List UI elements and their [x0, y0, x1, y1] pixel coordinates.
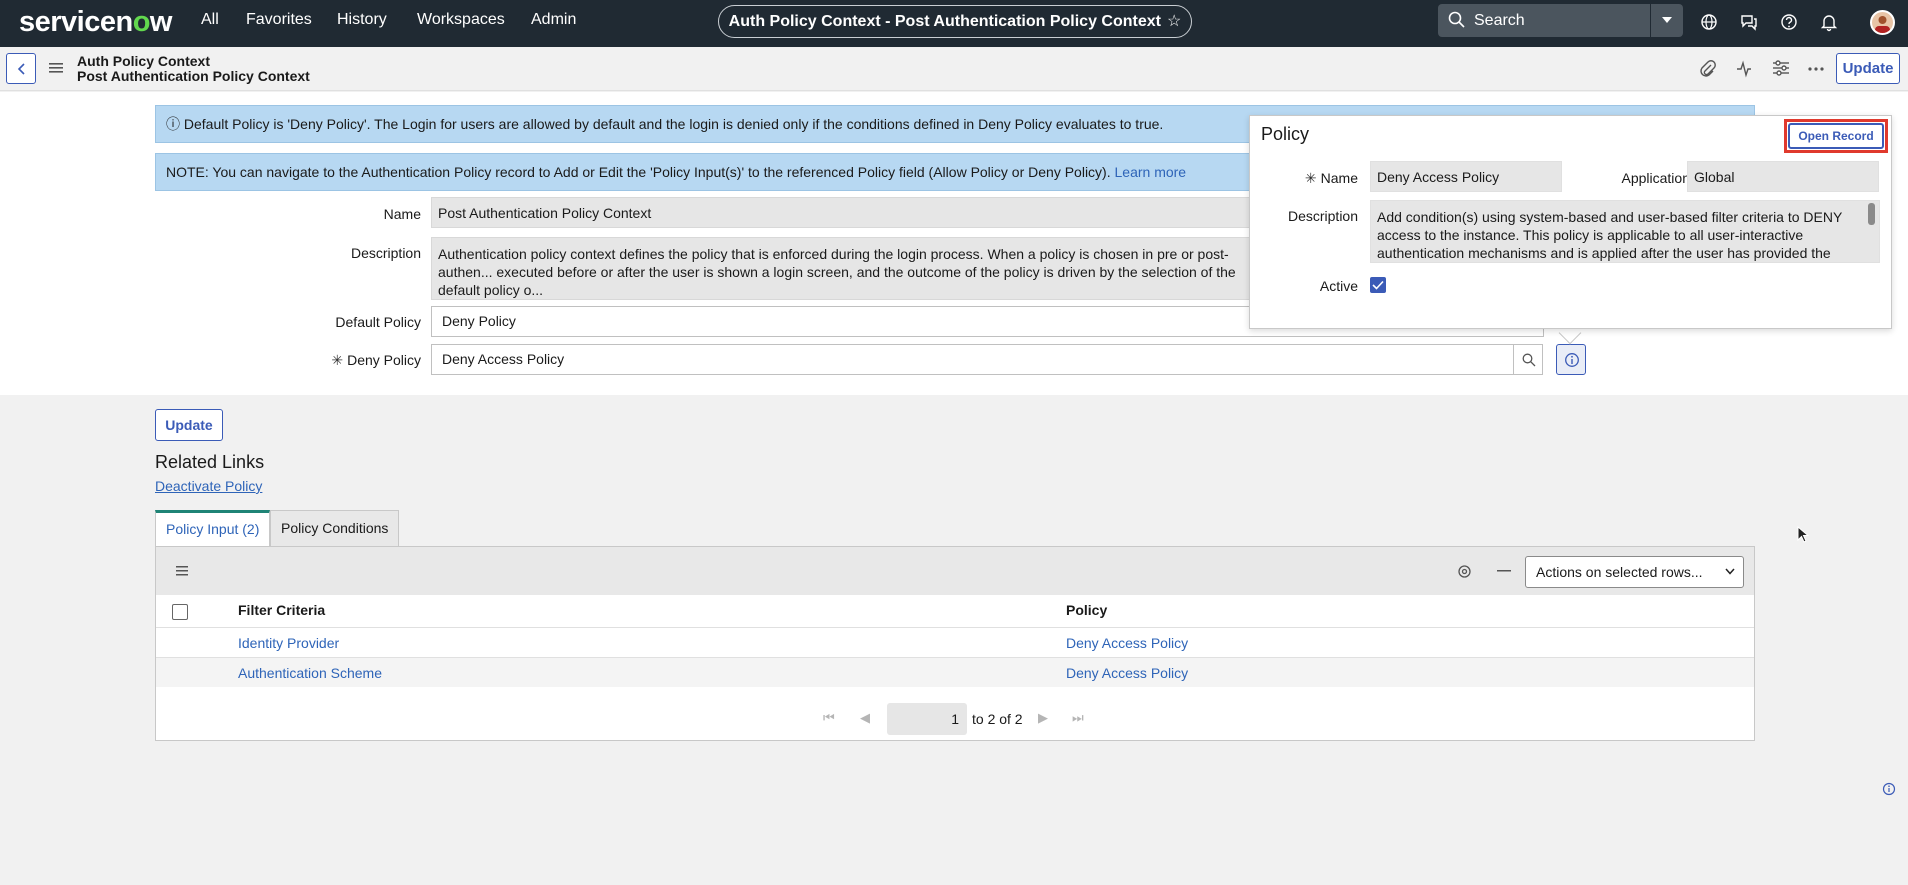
servicenow-logo[interactable]: servicenow — [19, 6, 172, 39]
bell-icon[interactable] — [1819, 12, 1839, 32]
popup-application-label: Application — [1621, 170, 1691, 186]
record-title-pill[interactable]: Auth Policy Context - Post Authenticatio… — [718, 5, 1192, 38]
search-icon — [1522, 353, 1536, 367]
nav-admin[interactable]: Admin — [531, 11, 576, 29]
mouse-cursor-icon — [1797, 526, 1809, 543]
deny-policy-label: ✳ Deny Policy — [331, 352, 421, 368]
tab-policy-conditions[interactable]: Policy Conditions — [270, 510, 400, 547]
more-icon[interactable] — [1808, 67, 1824, 71]
popup-name-field: Deny Access Policy — [1370, 161, 1562, 192]
select-all-checkbox[interactable] — [172, 604, 188, 620]
form-menu-icon[interactable] — [49, 62, 63, 74]
chevron-down-icon — [1725, 568, 1735, 575]
learn-more-link[interactable]: Learn more — [1115, 164, 1187, 180]
mandatory-icon: ✳ — [331, 352, 344, 368]
nav-all[interactable]: All — [201, 11, 219, 29]
header-record-title: Post Authentication Policy Context — [77, 68, 310, 84]
collapse-icon[interactable] — [1497, 570, 1511, 572]
search-icon — [1448, 11, 1465, 28]
user-avatar[interactable] — [1870, 10, 1895, 35]
search-scope-dropdown[interactable] — [1650, 4, 1683, 37]
back-button[interactable] — [6, 53, 36, 84]
popup-application-field: Global — [1687, 161, 1879, 192]
column-header-filter-criteria[interactable]: Filter Criteria — [238, 602, 325, 618]
help-icon[interactable] — [1779, 12, 1799, 32]
popup-description-field[interactable]: Add condition(s) using system-based and … — [1370, 200, 1880, 263]
update-button[interactable]: Update — [155, 409, 223, 441]
mandatory-icon: ✳ — [1304, 170, 1317, 186]
row-policy-link[interactable]: Deny Access Policy — [1066, 635, 1188, 651]
popup-title: Policy — [1261, 124, 1310, 144]
info-icon: ⓘ — [166, 116, 180, 132]
top-nav: servicenow All Favorites History Workspa… — [0, 0, 1908, 47]
open-record-button[interactable]: Open Record — [1788, 123, 1884, 149]
record-title: Auth Policy Context - Post Authenticatio… — [728, 13, 1161, 30]
nav-favorites[interactable]: Favorites — [246, 11, 312, 29]
global-search[interactable]: Search — [1438, 4, 1650, 37]
table-row: Authentication Scheme Deny Access Policy — [156, 657, 1754, 687]
table-row: Identity Provider Deny Access Policy — [156, 627, 1754, 657]
row-policy-link[interactable]: Deny Access Policy — [1066, 665, 1188, 681]
deactivate-policy-link[interactable]: Deactivate Policy — [155, 478, 262, 494]
tab-policy-input[interactable]: Policy Input (2) — [155, 510, 271, 547]
page-number-input[interactable]: 1 — [887, 703, 967, 735]
attachment-icon[interactable] — [1700, 60, 1716, 78]
previous-page-icon[interactable]: ◀ — [860, 710, 870, 726]
lookup-button[interactable] — [1513, 344, 1543, 375]
preview-record-button[interactable] — [1556, 344, 1586, 375]
header-table-title: Auth Policy Context — [77, 53, 211, 69]
popup-active-label: Active — [1319, 278, 1358, 294]
pagination: ⏮ ◀ 1 to 2 of 2 ▶ ⏭ — [156, 697, 1754, 741]
active-checkbox[interactable] — [1370, 277, 1386, 293]
search-placeholder: Search — [1474, 12, 1525, 29]
row-filter-criteria-link[interactable]: Authentication Scheme — [238, 665, 382, 681]
gear-icon[interactable] — [1457, 564, 1472, 579]
policy-preview-popup: Policy Open Record ✳ Name Deny Access Pol… — [1249, 115, 1892, 329]
chevron-down-icon — [1662, 17, 1672, 23]
globe-icon[interactable] — [1699, 12, 1719, 32]
activity-icon[interactable] — [1736, 60, 1752, 78]
list-menu-icon[interactable] — [176, 566, 188, 576]
last-page-icon[interactable]: ⏭ — [1072, 710, 1084, 726]
first-page-icon[interactable]: ⏮ — [823, 710, 835, 726]
default-policy-label: Default Policy — [335, 314, 421, 330]
info-icon[interactable] — [1882, 782, 1896, 796]
page-range-text: to 2 of 2 — [972, 711, 1023, 727]
settings-sliders-icon[interactable] — [1772, 60, 1790, 76]
description-field: Authentication policy context defines th… — [431, 237, 1251, 300]
check-icon — [1372, 280, 1384, 290]
name-label: Name — [383, 206, 421, 222]
popup-name-label: ✳ Name — [1304, 170, 1358, 186]
name-field: Post Authentication Policy Context — [431, 197, 1251, 228]
chevron-left-icon — [17, 63, 25, 75]
scrollbar-thumb[interactable] — [1868, 203, 1875, 225]
description-label: Description — [350, 245, 421, 261]
list-toolbar: Actions on selected rows... — [156, 547, 1754, 595]
update-button-header[interactable]: Update — [1836, 53, 1900, 84]
related-list-panel: Actions on selected rows... Filter Crite… — [155, 546, 1755, 741]
chat-icon[interactable] — [1739, 12, 1759, 32]
column-header-policy[interactable]: Policy — [1066, 602, 1107, 618]
actions-select[interactable]: Actions on selected rows... — [1525, 556, 1744, 588]
nav-history[interactable]: History — [337, 11, 387, 29]
nav-workspaces[interactable]: Workspaces — [417, 11, 505, 29]
deny-policy-reference-input[interactable]: Deny Access Policy — [431, 344, 1514, 375]
form-header: Auth Policy Context Post Authentication … — [0, 47, 1908, 91]
next-page-icon[interactable]: ▶ — [1038, 710, 1048, 726]
star-icon[interactable]: ☆ — [1167, 13, 1181, 30]
related-links-title: Related Links — [155, 452, 265, 472]
row-filter-criteria-link[interactable]: Identity Provider — [238, 635, 339, 651]
info-icon — [1565, 353, 1579, 367]
popup-description-label: Description — [1287, 208, 1358, 224]
